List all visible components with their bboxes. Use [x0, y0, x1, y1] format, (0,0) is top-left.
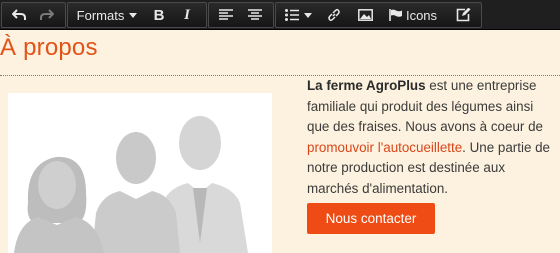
formats-dropdown[interactable]: Formats [74, 3, 140, 27]
bold-button[interactable]: B [148, 3, 170, 27]
list-icon [284, 9, 299, 21]
redo-button[interactable] [36, 3, 58, 27]
redo-icon [40, 9, 54, 21]
icons-label: Icons [405, 7, 438, 23]
icons-button[interactable]: Icons [384, 3, 442, 27]
italic-icon: I [184, 6, 190, 23]
promote-link[interactable]: promouvoir [307, 140, 374, 155]
align-group [208, 2, 274, 28]
undo-icon [12, 9, 26, 21]
team-placeholder-image [8, 93, 272, 253]
chevron-down-icon [129, 12, 138, 18]
edit-source-button[interactable] [452, 3, 474, 27]
person-center-silhouette [92, 132, 180, 253]
image-button[interactable] [354, 3, 376, 27]
chevron-down-icon [303, 12, 312, 18]
company-name: La ferme AgroPlus [307, 78, 426, 93]
history-group [1, 2, 66, 28]
contact-button-label: Nous contacter [325, 211, 417, 226]
autocueillette-link[interactable]: l'autocueillette [378, 140, 462, 155]
contact-button[interactable]: Nous contacter [307, 203, 435, 234]
bold-icon: B [153, 6, 165, 24]
person-left-silhouette [14, 156, 104, 253]
align-left-icon [219, 9, 233, 21]
format-group: Formats B I [67, 2, 207, 28]
flag-icon [389, 9, 402, 21]
link-icon [327, 8, 341, 22]
align-center-button[interactable] [244, 3, 266, 27]
italic-button[interactable]: I [176, 3, 198, 27]
link-button[interactable] [323, 3, 345, 27]
page-title: À propos [0, 34, 98, 61]
formats-label: Formats [76, 7, 125, 23]
list-dropdown[interactable] [281, 3, 315, 27]
edit-icon [456, 8, 471, 22]
insert-group: Icons [275, 2, 482, 28]
image-icon [357, 9, 373, 21]
align-left-button[interactable] [215, 3, 237, 27]
undo-button[interactable] [8, 3, 30, 27]
about-paragraph: La ferme AgroPlus est une entreprise fam… [307, 76, 557, 200]
align-center-icon [248, 9, 262, 21]
editor-toolbar: Formats B I Icons [0, 0, 560, 30]
